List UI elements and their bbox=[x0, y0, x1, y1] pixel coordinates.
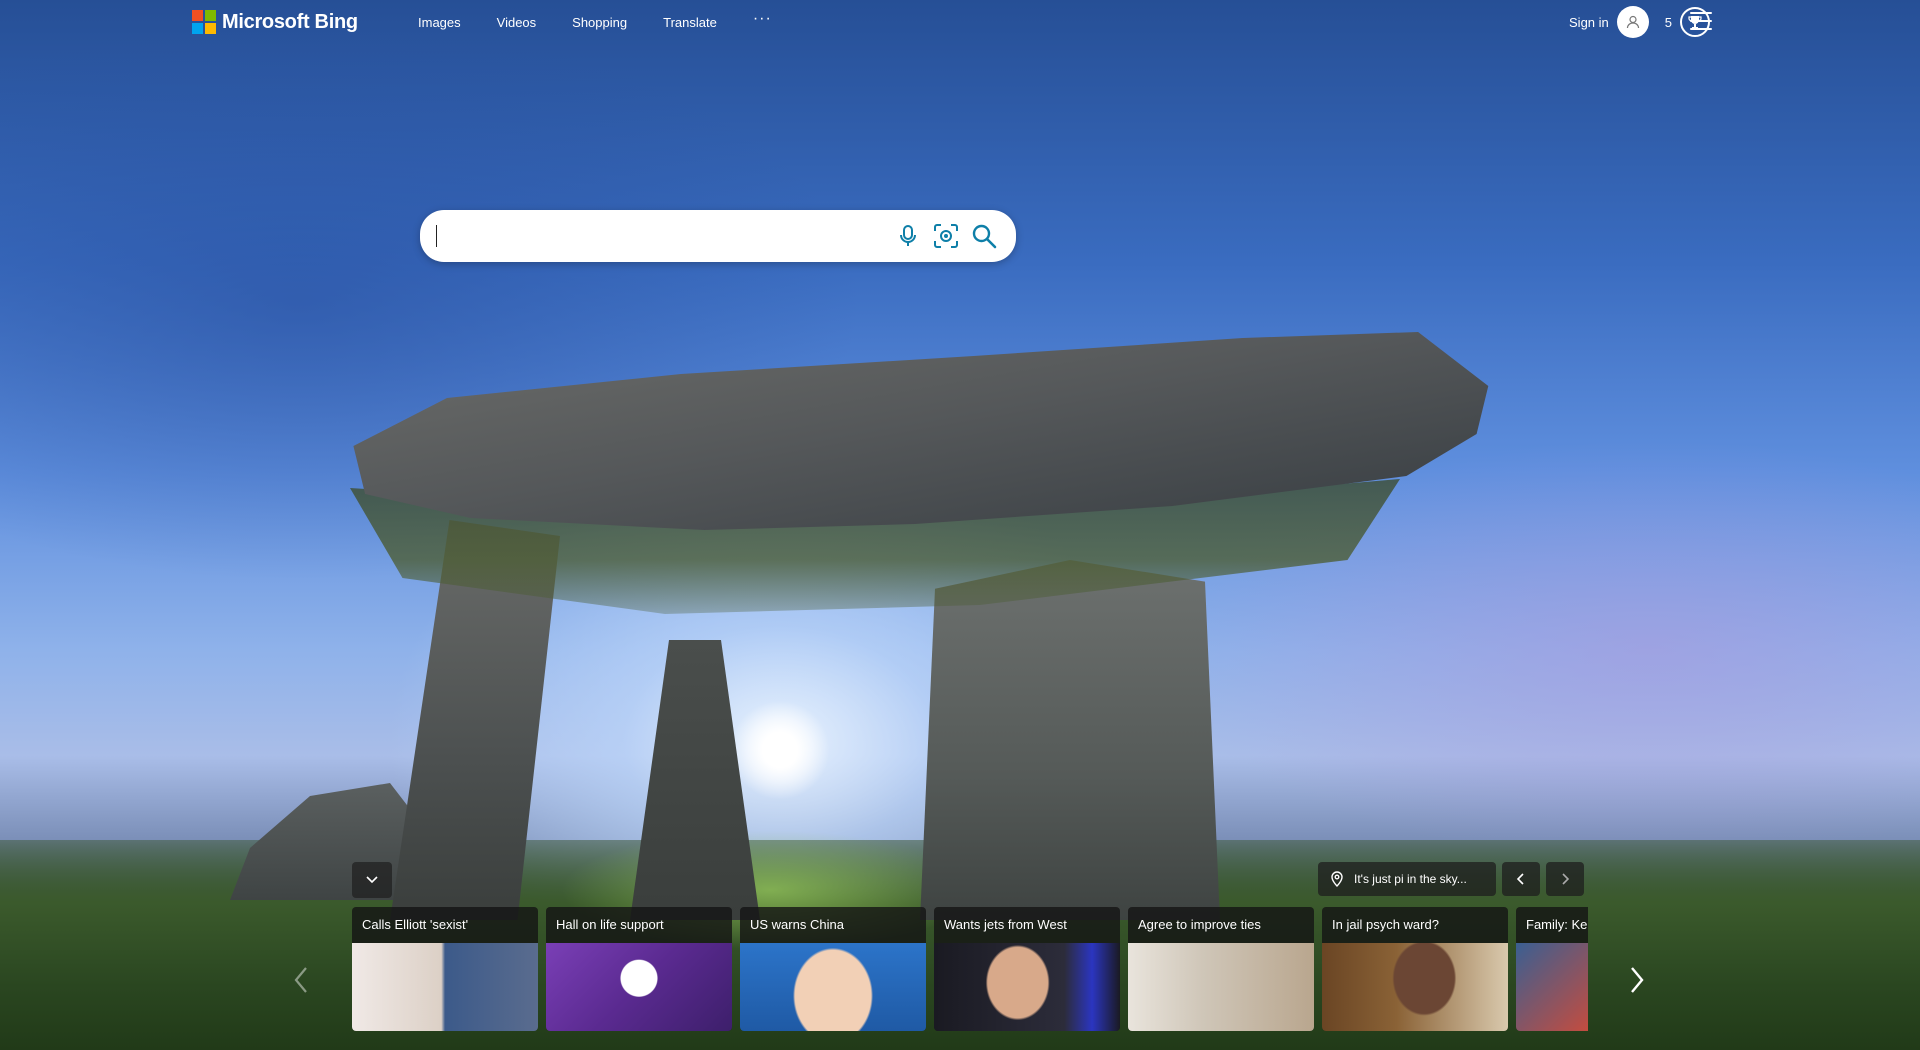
microsoft-logo-icon bbox=[192, 10, 216, 34]
sign-in-link[interactable]: Sign in bbox=[1569, 15, 1609, 30]
nav-videos[interactable]: Videos bbox=[497, 15, 537, 30]
sun bbox=[730, 700, 830, 800]
top-bar: Microsoft Bing Images Videos Shopping Tr… bbox=[0, 0, 1920, 46]
search-input[interactable] bbox=[436, 220, 890, 252]
news-card[interactable]: Hall on life support bbox=[546, 907, 732, 1031]
user-icon bbox=[1626, 15, 1639, 29]
visual-search-icon[interactable] bbox=[928, 218, 964, 254]
brand-name: Microsoft Bing bbox=[222, 10, 358, 33]
top-nav: Images Videos Shopping Translate ··· bbox=[418, 10, 772, 30]
account-area: Sign in 5 bbox=[1569, 6, 1710, 38]
news-carousel: Calls Elliott 'sexist' Hall on life supp… bbox=[352, 907, 1588, 1031]
chevron-right-icon bbox=[1562, 873, 1570, 885]
microphone-icon[interactable] bbox=[890, 218, 926, 254]
news-card[interactable]: Family: Ke bbox=[1516, 907, 1588, 1031]
chevron-right-icon bbox=[1631, 967, 1644, 993]
search-box bbox=[420, 210, 1016, 262]
news-card-title: In jail psych ward? bbox=[1332, 917, 1439, 932]
nav-translate[interactable]: Translate bbox=[663, 15, 717, 30]
nav-images[interactable]: Images bbox=[418, 15, 461, 30]
chevron-down-icon bbox=[366, 876, 378, 884]
next-image-button[interactable] bbox=[1546, 862, 1584, 896]
search-icon[interactable] bbox=[966, 218, 1002, 254]
news-card-image bbox=[1128, 943, 1314, 1031]
news-card-image bbox=[352, 943, 538, 1031]
nav-shopping[interactable]: Shopping bbox=[572, 15, 627, 30]
image-info-chip[interactable]: It's just pi in the sky... bbox=[1318, 862, 1496, 896]
location-pin-icon bbox=[1331, 871, 1343, 887]
news-card[interactable]: US warns China bbox=[740, 907, 926, 1031]
news-card[interactable]: Agree to improve ties bbox=[1128, 907, 1314, 1031]
hamburger-menu-icon[interactable] bbox=[1690, 12, 1712, 30]
news-scroll-right-button[interactable] bbox=[1622, 960, 1652, 1000]
text-cursor bbox=[436, 225, 437, 247]
news-card-title: Agree to improve ties bbox=[1138, 917, 1261, 932]
avatar[interactable] bbox=[1616, 6, 1649, 38]
news-card-image bbox=[1322, 943, 1508, 1031]
chevron-left-icon bbox=[1516, 873, 1524, 885]
news-card-image bbox=[740, 943, 926, 1031]
bing-logo[interactable]: Microsoft Bing bbox=[192, 10, 358, 34]
collapse-news-button[interactable] bbox=[352, 862, 392, 898]
news-card-image bbox=[934, 943, 1120, 1031]
news-card-title: Family: Ke bbox=[1526, 917, 1588, 932]
news-card-image bbox=[546, 943, 732, 1031]
background-image bbox=[0, 0, 1920, 1050]
news-card-title: Hall on life support bbox=[556, 917, 664, 932]
nav-more-button[interactable]: ··· bbox=[753, 10, 772, 30]
news-card-image bbox=[1516, 943, 1588, 1031]
news-card[interactable]: Calls Elliott 'sexist' bbox=[352, 907, 538, 1031]
news-card[interactable]: Wants jets from West bbox=[934, 907, 1120, 1031]
news-card-title: Wants jets from West bbox=[944, 917, 1067, 932]
previous-image-button[interactable] bbox=[1502, 862, 1540, 896]
news-card[interactable]: In jail psych ward? bbox=[1322, 907, 1508, 1031]
stone-leg-right bbox=[920, 560, 1220, 920]
news-card-title: US warns China bbox=[750, 917, 844, 932]
image-info-text: It's just pi in the sky... bbox=[1354, 872, 1467, 886]
chevron-left-icon bbox=[294, 967, 307, 993]
news-scroll-left-button[interactable] bbox=[286, 960, 316, 1000]
stone-leg-middle bbox=[630, 640, 760, 920]
rewards-points[interactable]: 5 bbox=[1665, 15, 1672, 30]
news-card-title: Calls Elliott 'sexist' bbox=[362, 917, 469, 932]
